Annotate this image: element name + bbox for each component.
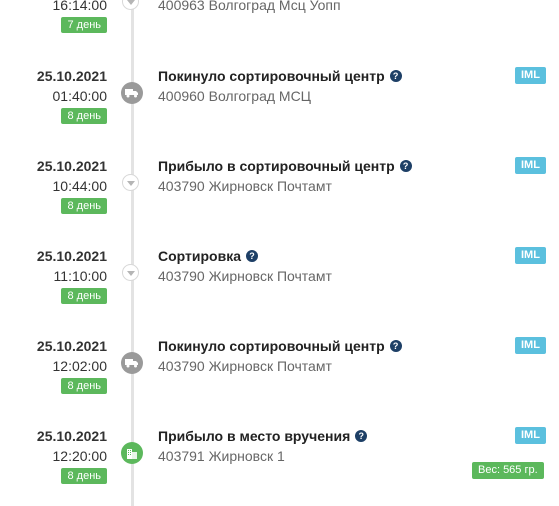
event-status-text: Покинуло сортировочный центр <box>158 338 385 354</box>
event-date: 25.10.2021 <box>36 68 107 84</box>
event-status: Прибыло в место вручения ? <box>158 428 368 444</box>
tracking-event: 25.10.2021 10:44:00 8 день Прибыло в сор… <box>0 157 559 228</box>
event-date: 25.10.2021 <box>36 338 107 354</box>
truck-icon <box>121 352 143 374</box>
day-badge: 8 день <box>61 288 107 304</box>
carrier-badge: IML <box>515 67 546 84</box>
day-badge: 8 день <box>61 198 107 214</box>
event-date: 25.10.2021 <box>36 158 107 174</box>
event-status-text: Сортировка <box>158 248 241 264</box>
help-icon[interactable]: ? <box>389 340 402 352</box>
chevron-down-icon <box>122 174 139 191</box>
chevron-down-icon <box>122 0 139 10</box>
event-time: 01:40:00 <box>52 88 108 104</box>
event-location: 403791 Жирновск 1 <box>158 448 285 464</box>
truck-icon <box>121 82 143 104</box>
event-status-text: Покинуло сортировочный центр <box>158 68 385 84</box>
help-icon[interactable]: ? <box>389 70 402 82</box>
tracking-event: 25.10.2021 11:10:00 8 день Сортировка ? … <box>0 247 559 318</box>
event-status-text: Прибыло в сортировочный центр <box>158 158 395 174</box>
event-status: Покинуло сортировочный центр ? <box>158 68 402 84</box>
carrier-badge: IML <box>515 157 546 174</box>
event-time: 10:44:00 <box>52 178 108 194</box>
tracking-event: 25.10.2021 01:40:00 8 день Покинуло сорт… <box>0 67 559 138</box>
tracking-event: 16:14:00 7 день 400963 Волгоград Мсц Уоп… <box>0 0 559 67</box>
event-location: 403790 Жирновск Почтамт <box>158 178 332 194</box>
building-icon <box>121 442 143 464</box>
day-badge: 8 день <box>61 468 107 484</box>
event-location: 403790 Жирновск Почтамт <box>158 268 332 284</box>
day-badge: 8 день <box>61 108 107 124</box>
event-status: Сортировка ? <box>158 248 258 264</box>
help-icon[interactable]: ? <box>399 160 412 172</box>
chevron-down-icon <box>122 264 139 281</box>
day-badge: 7 день <box>61 17 107 33</box>
event-location: 400960 Волгоград МСЦ <box>158 88 312 104</box>
event-time: 16:14:00 <box>52 0 108 13</box>
event-location: 403790 Жирновск Почтамт <box>158 358 332 374</box>
event-location: 400963 Волгоград Мсц Уопп <box>158 0 341 13</box>
carrier-badge: IML <box>515 337 546 354</box>
day-badge: 8 день <box>61 378 107 394</box>
event-time: 12:02:00 <box>52 358 108 374</box>
event-status-text: Прибыло в место вручения <box>158 428 351 444</box>
event-date: 25.10.2021 <box>36 248 107 264</box>
event-time: 12:20:00 <box>52 448 108 464</box>
weight-badge: Вес: 565 гр. <box>472 462 544 479</box>
tracking-event: 25.10.2021 12:02:00 8 день Покинуло сорт… <box>0 337 559 408</box>
event-time: 11:10:00 <box>53 268 107 284</box>
help-icon[interactable]: ? <box>355 430 368 442</box>
carrier-badge: IML <box>515 427 546 444</box>
help-icon[interactable]: ? <box>246 250 258 262</box>
carrier-badge: IML <box>515 247 546 264</box>
event-status: Покинуло сортировочный центр ? <box>158 338 402 354</box>
event-status: Прибыло в сортировочный центр ? <box>158 158 412 174</box>
event-date: 25.10.2021 <box>36 428 107 444</box>
